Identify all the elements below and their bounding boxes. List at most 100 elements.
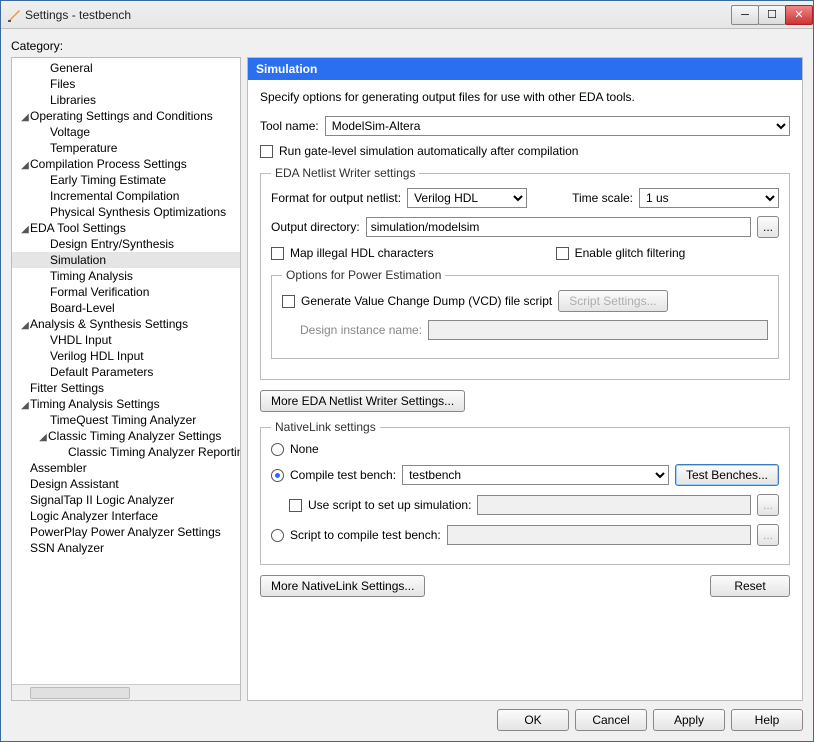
tree-item[interactable]: Early Timing Estimate (12, 172, 240, 188)
tree-item[interactable]: Verilog HDL Input (12, 348, 240, 364)
tree-item[interactable]: Logic Analyzer Interface (12, 508, 240, 524)
window-controls: ─ ☐ ✕ (732, 5, 813, 25)
nl-none-radio[interactable] (271, 443, 284, 456)
tree-item[interactable]: Files (12, 76, 240, 92)
tree-item-label: Default Parameters (50, 365, 153, 379)
nl-script-row: Script to compile test bench: ... (271, 524, 779, 546)
use-script-label: Use script to set up simulation: (308, 498, 471, 512)
collapse-icon[interactable]: ◢ (20, 224, 30, 235)
cancel-button[interactable]: Cancel (575, 709, 647, 731)
tree-item[interactable]: Libraries (12, 92, 240, 108)
tree-item[interactable]: Formal Verification (12, 284, 240, 300)
use-script-row: Use script to set up simulation: ... (289, 494, 779, 516)
tree-item[interactable]: Assembler (12, 460, 240, 476)
use-script-input (477, 495, 751, 515)
design-instance-row: Design instance name: (300, 320, 768, 340)
more-nativelink-button[interactable]: More NativeLink Settings... (260, 575, 425, 597)
glitch-checkbox[interactable] (556, 247, 569, 260)
tree-list[interactable]: GeneralFilesLibraries◢Operating Settings… (12, 58, 240, 684)
close-button[interactable]: ✕ (785, 5, 813, 25)
tree-item[interactable]: Timing Analysis (12, 268, 240, 284)
collapse-icon[interactable]: ◢ (38, 432, 48, 443)
tree-item-label: VHDL Input (50, 333, 112, 347)
tree-item[interactable]: ◢EDA Tool Settings (12, 220, 240, 236)
collapse-icon[interactable]: ◢ (20, 400, 30, 411)
use-script-checkbox[interactable] (289, 499, 302, 512)
tree-item[interactable]: Default Parameters (12, 364, 240, 380)
timescale-select[interactable]: 1 us (639, 188, 779, 208)
nl-script-radio[interactable] (271, 529, 284, 542)
tree-item-label: Design Assistant (30, 477, 119, 491)
scrollbar-thumb[interactable] (30, 687, 130, 699)
vcd-checkbox[interactable] (282, 295, 295, 308)
design-instance-label: Design instance name: (300, 323, 422, 337)
tree-item[interactable]: Simulation (12, 252, 240, 268)
output-dir-row: Output directory: ... (271, 216, 779, 238)
tree-item[interactable]: Design Assistant (12, 476, 240, 492)
tree-item[interactable]: Temperature (12, 140, 240, 156)
window-title: Settings - testbench (25, 8, 131, 22)
nl-script-browse-button: ... (757, 524, 779, 546)
output-dir-browse-button[interactable]: ... (757, 216, 779, 238)
reset-button[interactable]: Reset (710, 575, 790, 597)
tree-item-label: Timing Analysis (50, 269, 133, 283)
nativelink-fieldset: NativeLink settings None Compile test be… (260, 420, 790, 565)
format-label: Format for output netlist: (271, 191, 401, 205)
tree-item[interactable]: ◢Classic Timing Analyzer Settings (12, 428, 240, 444)
tree-item[interactable]: ◢Operating Settings and Conditions (12, 108, 240, 124)
collapse-icon[interactable]: ◢ (20, 112, 30, 123)
map-illegal-checkbox[interactable] (271, 247, 284, 260)
output-dir-input[interactable] (366, 217, 751, 237)
tree-item[interactable]: SignalTap II Logic Analyzer (12, 492, 240, 508)
nl-compile-select[interactable]: testbench (402, 465, 669, 485)
tree-item-label: SignalTap II Logic Analyzer (30, 493, 174, 507)
main-panel: Simulation Specify options for generatin… (247, 57, 803, 701)
tree-item[interactable]: Classic Timing Analyzer Reporting (12, 444, 240, 460)
tree-item-label: EDA Tool Settings (30, 221, 126, 235)
maximize-button[interactable]: ☐ (758, 5, 786, 25)
test-benches-button[interactable]: Test Benches... (675, 464, 779, 486)
tree-item-label: PowerPlay Power Analyzer Settings (30, 525, 221, 539)
tree-item[interactable]: TimeQuest Timing Analyzer (12, 412, 240, 428)
nl-none-row: None (271, 442, 779, 456)
tree-item[interactable]: Incremental Compilation (12, 188, 240, 204)
tree-item-label: Formal Verification (50, 285, 149, 299)
help-button[interactable]: Help (731, 709, 803, 731)
tree-item[interactable]: Fitter Settings (12, 380, 240, 396)
more-eda-button[interactable]: More EDA Netlist Writer Settings... (260, 390, 465, 412)
tree-item-label: TimeQuest Timing Analyzer (50, 413, 196, 427)
tool-name-select[interactable]: ModelSim-Altera (325, 116, 790, 136)
ok-button[interactable]: OK (497, 709, 569, 731)
app-icon (7, 8, 21, 22)
format-select[interactable]: Verilog HDL (407, 188, 527, 208)
collapse-icon[interactable]: ◢ (20, 160, 30, 171)
category-tree: GeneralFilesLibraries◢Operating Settings… (11, 57, 241, 701)
tree-item[interactable]: SSN Analyzer (12, 540, 240, 556)
map-illegal-label: Map illegal HDL characters (290, 246, 434, 260)
tree-item-label: Classic Timing Analyzer Settings (48, 429, 221, 443)
run-gate-row: Run gate-level simulation automatically … (260, 144, 790, 158)
tree-h-scrollbar[interactable] (12, 684, 240, 700)
tree-item[interactable]: ◢Timing Analysis Settings (12, 396, 240, 412)
tool-name-row: Tool name: ModelSim-Altera (260, 116, 790, 136)
tree-item[interactable]: Board-Level (12, 300, 240, 316)
tree-item-label: Temperature (50, 141, 117, 155)
nl-compile-radio[interactable] (271, 469, 284, 482)
tree-item[interactable]: Voltage (12, 124, 240, 140)
tree-item[interactable]: VHDL Input (12, 332, 240, 348)
timescale-label: Time scale: (572, 191, 633, 205)
use-script-browse-button: ... (757, 494, 779, 516)
apply-button[interactable]: Apply (653, 709, 725, 731)
glitch-label: Enable glitch filtering (575, 246, 686, 260)
minimize-button[interactable]: ─ (731, 5, 759, 25)
tree-item[interactable]: General (12, 60, 240, 76)
content-row: GeneralFilesLibraries◢Operating Settings… (11, 57, 803, 701)
tree-item[interactable]: Physical Synthesis Optimizations (12, 204, 240, 220)
collapse-icon[interactable]: ◢ (20, 320, 30, 331)
tree-item[interactable]: Design Entry/Synthesis (12, 236, 240, 252)
tree-item[interactable]: ◢Compilation Process Settings (12, 156, 240, 172)
tree-item[interactable]: PowerPlay Power Analyzer Settings (12, 524, 240, 540)
vcd-label: Generate Value Change Dump (VCD) file sc… (301, 294, 552, 308)
tree-item[interactable]: ◢Analysis & Synthesis Settings (12, 316, 240, 332)
run-gate-checkbox[interactable] (260, 145, 273, 158)
